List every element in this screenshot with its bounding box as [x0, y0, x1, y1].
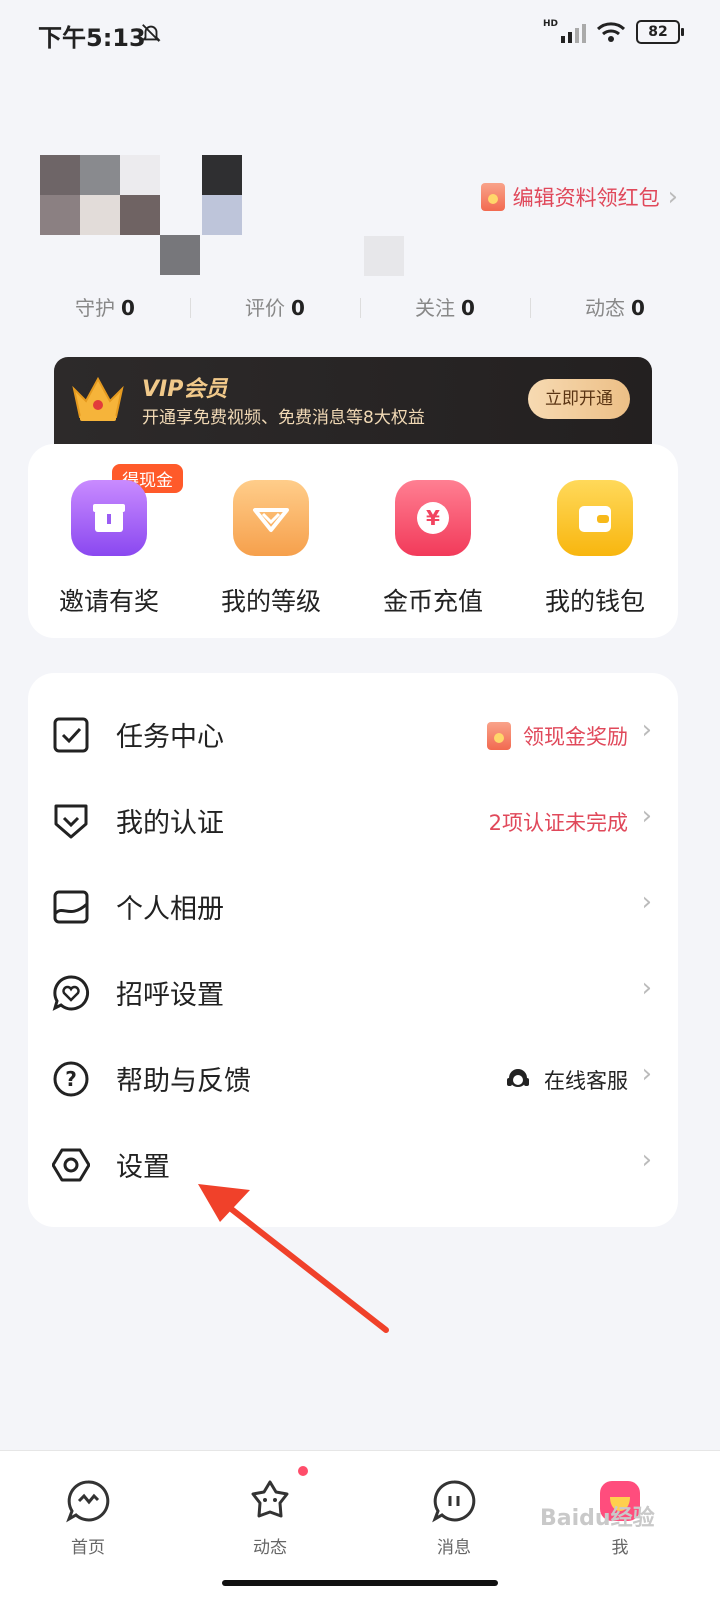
vip-open-button[interactable]: 立即开通 — [528, 379, 630, 419]
network-label: HD — [543, 19, 559, 29]
status-time: 下午5:13 — [38, 24, 146, 52]
coin-recharge-item[interactable]: ¥ 金币充值 — [358, 480, 508, 618]
verification-status: 2项认证未完成 — [488, 811, 628, 835]
nav-messages-label: 消息 — [437, 1538, 471, 1558]
nav-home-label: 首页 — [71, 1538, 105, 1558]
vip-title: VIP会员 — [142, 377, 228, 402]
chevron-right-icon: › — [641, 801, 652, 831]
stats-bar: 守护 0 评价 0 关注 0 动态 0 — [20, 292, 700, 324]
chevron-right-icon: › — [667, 182, 678, 212]
message-bubble-icon — [432, 1480, 476, 1523]
user-name-obscured — [364, 236, 404, 276]
stat-following[interactable]: 关注 0 — [360, 292, 530, 324]
red-packet-icon — [480, 183, 505, 211]
svg-text:¥: ¥ — [426, 506, 440, 530]
menu-settings-label: 设置 — [116, 1152, 170, 1183]
my-level-item[interactable]: 我的等级 — [196, 480, 346, 618]
coin-recharge-icon: ¥ — [395, 480, 471, 556]
menu-greeting-settings-label: 招呼设置 — [116, 980, 224, 1011]
task-checkbox-icon — [53, 717, 89, 753]
coin-recharge-label: 金币充值 — [382, 587, 483, 616]
vip-subtitle: 开通享免费视频、免费消息等8大权益 — [142, 408, 425, 428]
my-wallet-label: 我的钱包 — [544, 587, 645, 616]
moments-star-icon — [251, 1480, 289, 1518]
task-reward-hint: 领现金奖励 — [487, 721, 628, 751]
menu-help-feedback[interactable]: ? 帮助与反馈 在线客服 › — [28, 1035, 678, 1121]
nav-moments[interactable]: 动态 — [220, 1479, 320, 1558]
invite-reward-label: 邀请有奖 — [58, 587, 159, 616]
svg-text:?: ? — [65, 1067, 77, 1091]
nav-moments-label: 动态 — [253, 1538, 287, 1558]
avatar[interactable] — [40, 155, 242, 275]
nav-me-label: 我 — [611, 1538, 629, 1558]
menu-task-center[interactable]: 任务中心 领现金奖励 › — [28, 691, 678, 777]
my-level-label: 我的等级 — [220, 587, 321, 616]
wallet-icon — [557, 480, 633, 556]
status-icons: HD 82 — [543, 19, 684, 44]
level-diamond-icon — [233, 480, 309, 556]
nav-home[interactable]: 首页 — [38, 1479, 138, 1558]
edit-profile-promo[interactable]: 编辑资料领红包 › — [480, 182, 678, 212]
menu-task-center-label: 任务中心 — [116, 722, 224, 753]
chevron-right-icon: › — [641, 887, 652, 917]
menu-card: 任务中心 领现金奖励 › 我的认证 2项认证未完成 › 个人相册 › 招呼设置 … — [28, 673, 678, 1227]
home-indicator[interactable] — [222, 1580, 498, 1586]
menu-verification[interactable]: 我的认证 2项认证未完成 › — [28, 777, 678, 863]
stat-moments[interactable]: 动态 0 — [530, 292, 700, 324]
menu-verification-label: 我的认证 — [116, 808, 224, 839]
customer-service-icon — [507, 1069, 529, 1087]
help-question-icon: ? — [53, 1061, 89, 1097]
wifi-icon — [596, 22, 626, 42]
chevron-right-icon: › — [641, 973, 652, 1003]
my-wallet-item[interactable]: 我的钱包 — [520, 480, 670, 618]
battery-icon: 82 — [636, 20, 684, 44]
greeting-heart-icon — [52, 975, 90, 1011]
mute-bell-icon — [141, 24, 161, 42]
signal-icon: HD — [543, 19, 586, 43]
chevron-right-icon: › — [641, 1059, 652, 1089]
stat-guard[interactable]: 守护 0 — [20, 292, 190, 324]
verify-shield-icon — [54, 804, 88, 839]
menu-greeting-settings[interactable]: 招呼设置 › — [28, 949, 678, 1035]
menu-photo-album[interactable]: 个人相册 › — [28, 863, 678, 949]
online-support-link[interactable]: 在线客服 — [504, 1065, 628, 1095]
menu-help-feedback-label: 帮助与反馈 — [116, 1066, 251, 1097]
settings-hexagon-icon — [52, 1148, 90, 1182]
gift-icon — [71, 480, 147, 556]
nav-messages[interactable]: 消息 — [404, 1479, 504, 1558]
watermark: Baidu经验 — [540, 1506, 655, 1531]
annotation-arrow — [198, 1184, 389, 1333]
quick-actions-card: 得现金 邀请有奖 我的等级 ¥ 金币充值 我的钱包 — [28, 444, 678, 638]
vip-banner[interactable]: VIP会员 开通享免费视频、免费消息等8大权益 立即开通 — [54, 357, 652, 447]
red-packet-icon — [487, 722, 511, 750]
edit-promo-label: 编辑资料领红包 — [512, 186, 660, 210]
invite-reward-item[interactable]: 邀请有奖 — [34, 480, 184, 618]
moments-notification-dot — [298, 1466, 308, 1476]
chevron-right-icon: › — [641, 715, 652, 745]
home-heart-bubble-icon — [66, 1480, 110, 1523]
crown-icon — [72, 376, 124, 421]
chevron-right-icon: › — [641, 1145, 652, 1175]
stat-reviews[interactable]: 评价 0 — [190, 292, 360, 324]
album-icon — [53, 890, 89, 924]
menu-photo-album-label: 个人相册 — [116, 894, 224, 925]
